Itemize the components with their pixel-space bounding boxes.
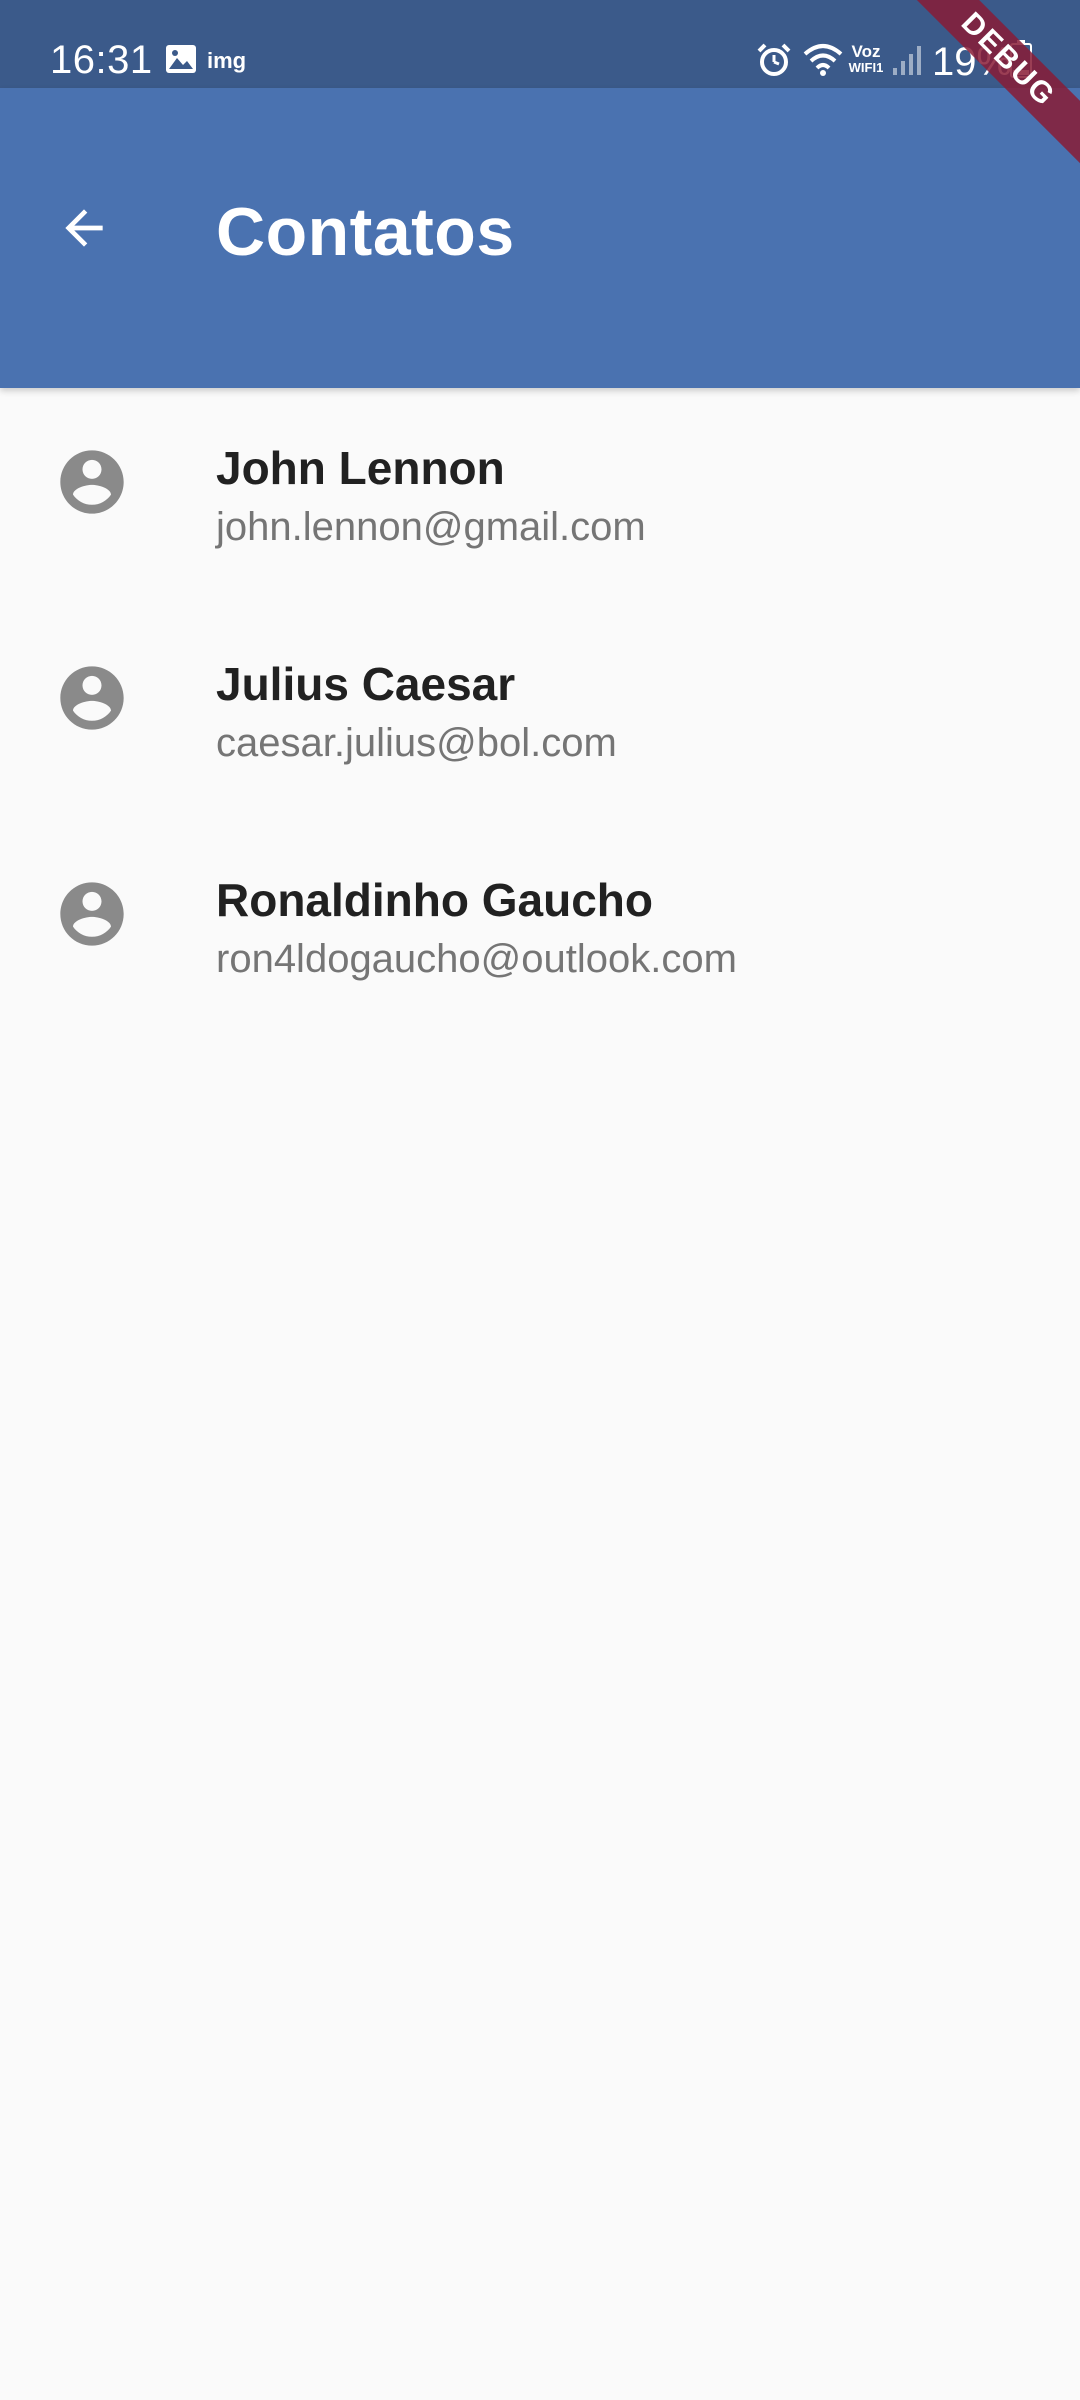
voz-wifi-indicator: Voz WIFI1 [846,42,886,76]
contact-email: caesar.julius@bol.com [216,721,617,765]
voz-label: Voz [851,42,881,61]
status-time: 16:31 [50,38,153,82]
contact-email: john.lennon@gmail.com [216,505,646,549]
account-circle-icon [60,666,124,730]
back-button[interactable] [40,184,128,272]
account-circle-icon [60,882,124,946]
signal-icon [893,46,921,75]
notification-label: img [207,48,247,73]
account-circle-icon [60,450,124,514]
contact-name: Ronaldinho Gaucho [216,874,653,926]
contact-email: ron4ldogaucho@outlook.com [216,937,737,981]
contact-name: John Lennon [216,442,505,494]
wifi-icon [803,44,843,76]
arrow-back-icon [65,209,103,247]
app-bar: Contatos [0,88,1080,388]
status-bar: 16:31 img Voz WIFI1 19% [0,0,1080,88]
gallery-icon [166,45,196,73]
list-item[interactable]: Ronaldinho Gaucho ron4ldogaucho@outlook.… [0,820,1080,1036]
contact-name: Julius Caesar [216,658,516,710]
alarm-icon [757,43,791,76]
list-item[interactable]: John Lennon john.lennon@gmail.com [0,388,1080,604]
page-title: Contatos [216,194,515,270]
list-item[interactable]: Julius Caesar caesar.julius@bol.com [0,604,1080,820]
contact-list: John Lennon john.lennon@gmail.com Julius… [0,388,1080,1036]
wifi-call-label: WIFI1 [848,60,884,75]
